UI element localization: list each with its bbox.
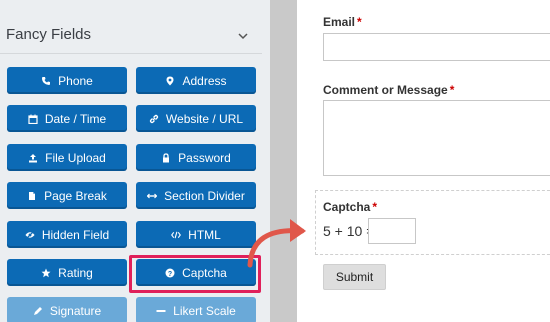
- page-break-field-button[interactable]: Page Break: [7, 182, 127, 209]
- fields-sidebar: Fancy Fields Phone Address Date / Time W…: [0, 0, 270, 322]
- pointer-arrow-icon: [247, 219, 306, 268]
- section-divider-field-button[interactable]: Section Divider: [136, 182, 256, 209]
- email-field[interactable]: [323, 33, 550, 61]
- pen-icon: [33, 306, 43, 316]
- email-label: Email *: [323, 15, 362, 29]
- required-asterisk: *: [449, 83, 455, 97]
- required-asterisk: *: [372, 200, 378, 214]
- password-field-button[interactable]: Password: [136, 144, 256, 171]
- map-pin-icon: [165, 76, 175, 86]
- divider-icon: [147, 191, 158, 201]
- page-break-icon: [27, 191, 37, 201]
- submit-button[interactable]: Submit: [323, 264, 386, 290]
- calendar-icon: [28, 114, 38, 124]
- phone-icon: [41, 76, 51, 86]
- captcha-label: Captcha *: [323, 200, 378, 214]
- website-url-field-button[interactable]: Website / URL: [136, 105, 256, 132]
- fancy-fields-header[interactable]: Fancy Fields: [0, 12, 262, 54]
- comment-label: Comment or Message *: [323, 83, 455, 97]
- html-field-button[interactable]: HTML: [136, 221, 256, 248]
- signature-field-button[interactable]: Signature: [7, 297, 127, 322]
- file-upload-field-button[interactable]: File Upload: [7, 144, 127, 171]
- lock-icon: [161, 152, 171, 163]
- upload-icon: [28, 153, 38, 163]
- date-time-field-button[interactable]: Date / Time: [7, 105, 127, 132]
- address-field-button[interactable]: Address: [136, 67, 256, 94]
- likert-scale-field-button[interactable]: Likert Scale: [136, 297, 256, 322]
- link-icon: [149, 114, 159, 124]
- comment-textarea[interactable]: [323, 100, 550, 176]
- captcha-question: 5 + 10 =: [323, 223, 375, 239]
- hidden-field-button[interactable]: Hidden Field: [7, 221, 127, 248]
- form-preview: Email * Comment or Message * Captcha * 5 + …: [297, 0, 550, 322]
- star-icon: [41, 268, 51, 278]
- required-asterisk: *: [357, 15, 362, 29]
- dots-icon: [156, 306, 166, 316]
- code-icon: [171, 230, 182, 240]
- captcha-answer-input[interactable]: [368, 218, 416, 244]
- phone-field-button[interactable]: Phone: [7, 67, 127, 94]
- eye-slash-icon: [25, 230, 35, 240]
- rating-field-button[interactable]: Rating: [7, 259, 127, 286]
- fancy-fields-title: Fancy Fields: [6, 26, 92, 43]
- chevron-down-icon[interactable]: [238, 28, 248, 40]
